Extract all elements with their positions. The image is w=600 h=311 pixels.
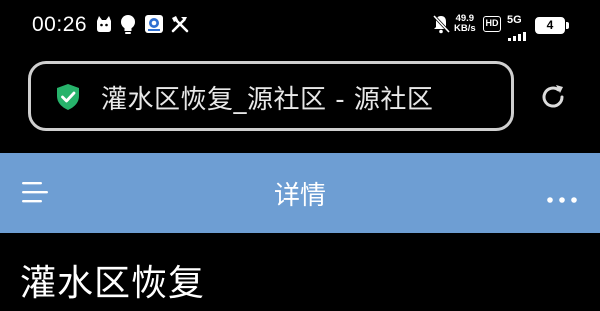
battery-cap bbox=[566, 22, 569, 29]
network-speed-unit: KB/s bbox=[454, 23, 476, 34]
more-dots-icon[interactable] bbox=[546, 189, 578, 208]
lightbulb-icon bbox=[119, 14, 137, 40]
shield-check-icon[interactable] bbox=[55, 83, 81, 115]
page-title: 详情 bbox=[273, 181, 326, 211]
cat-app-icon bbox=[94, 14, 114, 38]
bell-muted-icon bbox=[432, 14, 451, 38]
battery-level: 4 bbox=[546, 18, 554, 32]
status-bar: 00:26 49.9 KB/s HD 5G 4 bbox=[0, 0, 600, 52]
address-text[interactable]: 灌水区恢复_源社区 - 源社区 bbox=[101, 79, 433, 116]
address-bar[interactable]: 灌水区恢复_源社区 - 源社区 bbox=[28, 61, 514, 131]
hd-badge: HD bbox=[483, 16, 501, 32]
camera-app-icon bbox=[144, 14, 164, 38]
network-speed: 49.9 KB/s bbox=[454, 14, 476, 34]
network-type: 5G bbox=[507, 14, 522, 26]
battery-icon: 4 bbox=[535, 17, 565, 34]
app-header: 详情 bbox=[0, 153, 600, 233]
thread-title: 灌水区恢复 bbox=[20, 263, 206, 304]
signal-bars-icon bbox=[508, 26, 532, 45]
status-time: 00:26 bbox=[32, 13, 88, 36]
tools-icon bbox=[170, 14, 190, 38]
reload-icon[interactable] bbox=[538, 82, 568, 116]
